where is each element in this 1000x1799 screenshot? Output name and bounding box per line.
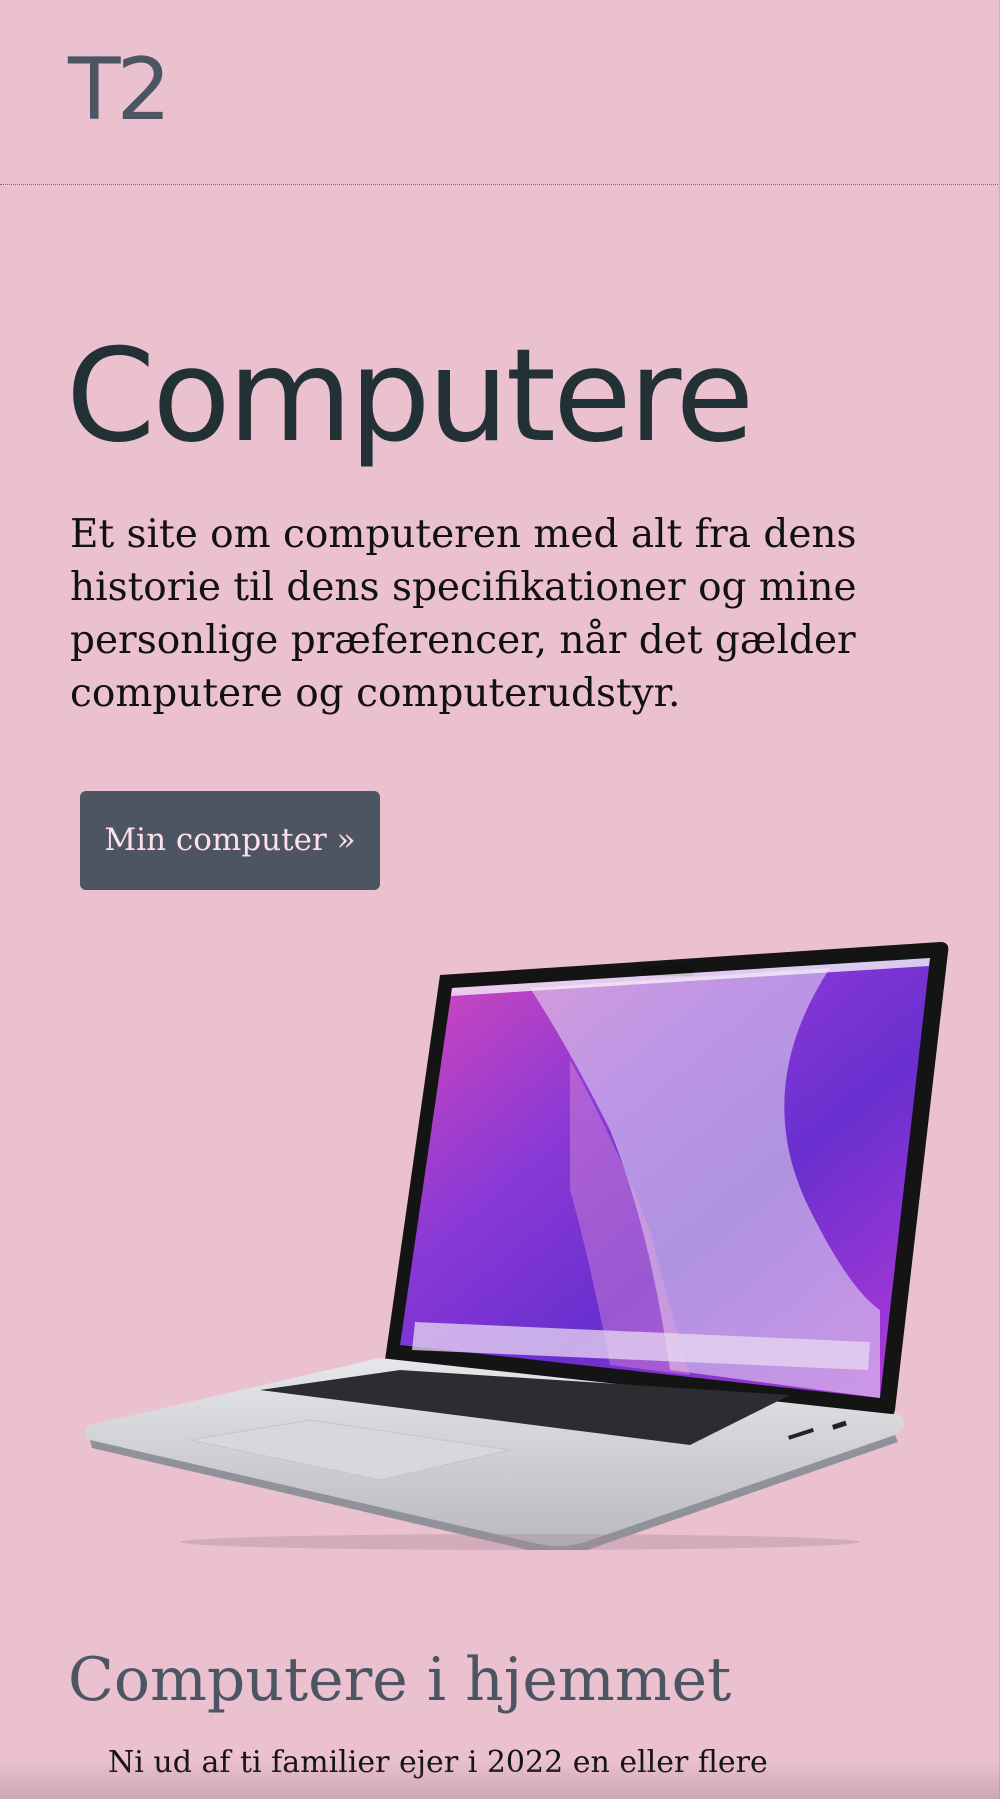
- section-title: Computere i hjemmet: [68, 1645, 732, 1715]
- bottom-fade: [0, 1759, 1000, 1799]
- site-header: T2: [0, 0, 1000, 185]
- laptop-image: [85, 942, 949, 1550]
- hero-title: Computere: [66, 322, 754, 471]
- hero-intro-text: Et site om computeren med alt fra dens h…: [70, 512, 857, 716]
- my-computer-button[interactable]: Min computer »: [80, 791, 380, 890]
- site-logo[interactable]: T2: [68, 40, 171, 140]
